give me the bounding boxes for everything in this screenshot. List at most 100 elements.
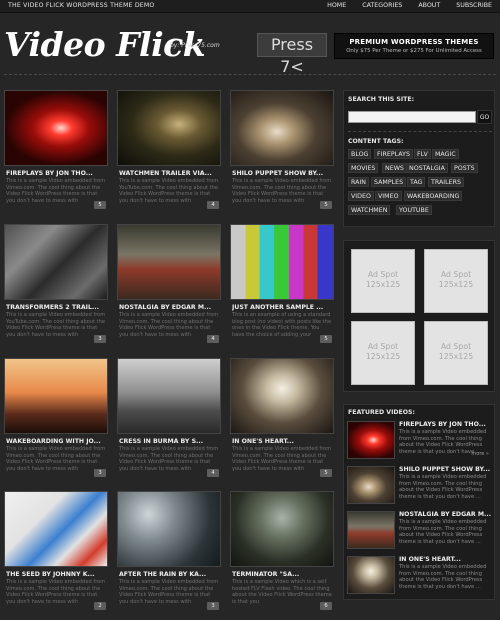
post-excerpt: This is a sample Video embedded from Vim… (6, 579, 106, 605)
tag-video[interactable]: VIDEO (348, 191, 374, 201)
comment-count-badge[interactable]: 3 (94, 469, 106, 477)
post-thumbnail[interactable] (230, 224, 334, 300)
post-excerpt: This is a sample Video embedded from You… (6, 312, 106, 338)
featured-item: NOSTALGIA BY EDGAR M... This is a sample… (347, 511, 493, 551)
featured-title[interactable]: NOSTALGIA BY EDGAR M... (399, 511, 493, 518)
post-thumbnail[interactable] (117, 358, 221, 434)
post-card: TRANSFORMERS 2 TRAIL... This is a sample… (4, 224, 108, 350)
comment-count-badge[interactable]: 5 (94, 201, 106, 209)
featured-excerpt: This is a sample Video embedded from Vim… (399, 519, 487, 545)
press75-logo[interactable]: Press 7< (257, 33, 327, 76)
tag-rain[interactable]: RAIN (348, 177, 369, 187)
top-nav: HOME CATEGORIES ABOUT SUBSCRIBE (327, 2, 492, 9)
ad-spot[interactable]: Ad Spot 125x125 (424, 249, 488, 313)
post-excerpt: This is a sample Video embedded from Vim… (232, 178, 332, 204)
ad-spot[interactable]: Ad Spot 125x125 (351, 321, 415, 385)
featured-item: FIREPLAYS BY JON THO... This is a sample… (347, 421, 493, 461)
tag-trailers[interactable]: TRAILERS (428, 177, 464, 187)
post-title[interactable]: TRANSFORMERS 2 TRAIL... (6, 304, 106, 311)
featured-title[interactable]: SHILO PUPPET SHOW BY... (399, 466, 493, 473)
post-title[interactable]: THE SEED BY JOHNNY K... (6, 571, 106, 578)
post-thumbnail[interactable] (4, 358, 108, 434)
featured-title[interactable]: FIREPLAYS BY JON THO... (399, 421, 493, 428)
post-card: NOSTALGIA BY EDGAR M... This is a sample… (117, 224, 221, 350)
promo-subtitle: Only $75 Per Theme or $275 For Unlimited… (346, 48, 482, 54)
comment-count-badge[interactable]: 6 (320, 602, 332, 610)
nav-subscribe-link[interactable]: SUBSCRIBE (456, 2, 492, 9)
post-card: THE SEED BY JOHNNY K... This is a sample… (4, 491, 108, 617)
tag-news[interactable]: NEWS (382, 163, 407, 173)
post-thumbnail[interactable] (4, 90, 108, 166)
post-thumbnail[interactable] (117, 224, 221, 300)
comment-count-badge[interactable]: 5 (320, 469, 332, 477)
comment-count-badge[interactable]: 2 (94, 602, 106, 610)
tag-watchmen[interactable]: WATCHMEN (348, 205, 391, 215)
comment-count-badge[interactable]: 4 (207, 335, 219, 343)
comment-count-badge[interactable]: 5 (320, 335, 332, 343)
post-thumbnail[interactable] (4, 224, 108, 300)
post-excerpt: This is an example of using a standard b… (232, 312, 332, 338)
sidebar-search-tags: SEARCH THIS SITE: GO CONTENT TAGS: BLOG … (343, 90, 495, 227)
tag-posts[interactable]: POSTS (451, 163, 478, 173)
featured-excerpt: This is a sample Video embedded from Vim… (399, 564, 487, 590)
post-title[interactable]: TERMINATOR "SA... (232, 571, 332, 578)
tag-youtube[interactable]: YOUTUBE (396, 205, 432, 215)
comment-count-badge[interactable]: 3 (207, 602, 219, 610)
post-card: CRESS IN BURMA BY S... This is a sample … (117, 358, 221, 484)
post-thumbnail[interactable] (230, 358, 334, 434)
post-thumbnail[interactable] (230, 491, 334, 567)
post-card: TERMINATOR "SA... This is a sample Video… (230, 491, 334, 617)
post-title[interactable]: SHILO PUPPET SHOW BY... (232, 170, 332, 177)
tag-samples[interactable]: SAMPLES (371, 177, 407, 187)
promo-banner[interactable]: PREMIUM WORDPRESS THEMES Only $75 Per Th… (334, 33, 494, 59)
tag-tag[interactable]: TAG (407, 177, 426, 187)
post-title[interactable]: WAKEBOARDING WITH JO... (6, 438, 106, 445)
post-title[interactable]: IN ONE'S HEART... (232, 438, 332, 445)
post-title[interactable]: CRESS IN BURMA BY S... (119, 438, 219, 445)
post-card: WATCHMEN TRAILER VIA... This is a sample… (117, 90, 221, 216)
post-title[interactable]: FIREPLAYS BY JON THO... (6, 170, 106, 177)
featured-title[interactable]: IN ONE'S HEART... (399, 556, 493, 563)
nav-home-link[interactable]: HOME (327, 2, 346, 9)
tag-fireplays[interactable]: FIREPLAYS (374, 149, 413, 159)
featured-thumbnail[interactable] (347, 421, 395, 459)
tag-wakeboarding[interactable]: WAKEBOARDING (404, 191, 463, 201)
post-thumbnail[interactable] (230, 90, 334, 166)
ad-spot[interactable]: Ad Spot 125x125 (424, 321, 488, 385)
post-card: WAKEBOARDING WITH JO... This is a sample… (4, 358, 108, 484)
post-title[interactable]: JUST ANOTHER SAMPLE ... (232, 304, 332, 311)
featured-excerpt: This is a sample Video embedded from Vim… (399, 474, 487, 500)
search-go-button[interactable]: GO (477, 110, 492, 124)
tags-label: CONTENT TAGS: (348, 138, 404, 145)
comment-count-badge[interactable]: 4 (207, 201, 219, 209)
header: Video Flick by: Press75.com Press 7< PRE… (0, 13, 500, 76)
featured-thumbnail[interactable] (347, 511, 395, 549)
search-input[interactable] (348, 111, 476, 123)
tag-blog[interactable]: BLOG (348, 149, 372, 159)
nav-about-link[interactable]: ABOUT (418, 2, 440, 9)
tag-magic[interactable]: MAGIC (432, 149, 459, 159)
post-title[interactable]: WATCHMEN TRAILER VIA... (119, 170, 219, 177)
site-tagline: THE VIDEO FLICK WORDPRESS THEME DEMO (8, 2, 155, 9)
comment-count-badge[interactable]: 3 (94, 335, 106, 343)
comment-count-badge[interactable]: 4 (207, 469, 219, 477)
post-thumbnail[interactable] (4, 491, 108, 567)
tag-nostalgia[interactable]: NOSTALGIA (406, 163, 448, 173)
featured-thumbnail[interactable] (347, 466, 395, 504)
sidebar-featured-videos: FEATURED VIDEOS: FIREPLAYS BY JON THO...… (343, 404, 495, 600)
comment-count-badge[interactable]: 5 (320, 201, 332, 209)
post-title[interactable]: AFTER THE RAIN BY KA... (119, 571, 219, 578)
post-thumbnail[interactable] (117, 491, 221, 567)
post-thumbnail[interactable] (117, 90, 221, 166)
post-card: JUST ANOTHER SAMPLE ... This is an examp… (230, 224, 334, 350)
post-title[interactable]: NOSTALGIA BY EDGAR M... (119, 304, 219, 311)
featured-label: FEATURED VIDEOS: (348, 409, 415, 416)
ad-spot[interactable]: Ad Spot 125x125 (351, 249, 415, 313)
nav-categories-link[interactable]: CATEGORIES (362, 2, 402, 9)
tag-vimeo[interactable]: VIMEO (375, 191, 402, 201)
post-excerpt: This is a sample Video embedded from Vim… (6, 178, 106, 204)
tag-flv[interactable]: FLV (414, 149, 431, 159)
featured-more-link[interactable]: more » (471, 451, 489, 457)
featured-thumbnail[interactable] (347, 556, 395, 594)
tag-movies[interactable]: MOVIES (348, 163, 379, 173)
